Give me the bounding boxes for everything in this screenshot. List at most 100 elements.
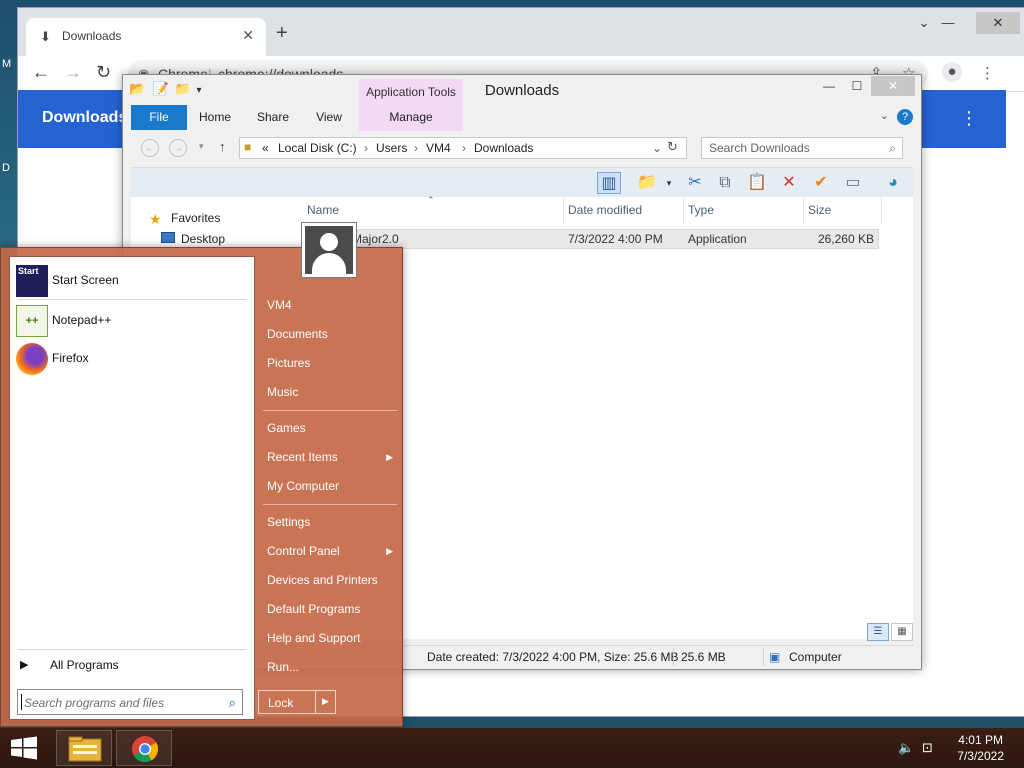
tab-view[interactable]: View [307, 105, 351, 130]
avatar[interactable] [301, 222, 357, 278]
desktop-icon [161, 232, 175, 243]
tab-home[interactable]: Home [193, 105, 237, 130]
breadcrumb-vm4[interactable]: VM4 [426, 141, 451, 155]
tab-share[interactable]: Share [251, 105, 295, 130]
breadcrumb-separator[interactable]: › [462, 141, 466, 155]
maximize-button[interactable]: ☐ [843, 76, 871, 96]
search-icon: ⌕ [228, 695, 236, 710]
help-icon[interactable]: ? [897, 109, 913, 125]
taskbar-chrome[interactable] [116, 730, 172, 766]
search-input[interactable]: Search programs and files ⌕ [17, 689, 243, 715]
table-row[interactable]: Major2.0 7/3/2022 4:00 PM Application 26… [305, 229, 879, 249]
preview-pane-icon[interactable]: ▥ [597, 172, 621, 194]
address-overflow[interactable]: « [262, 141, 269, 155]
computer-icon: ▣ [769, 650, 781, 664]
search-input[interactable]: Search Downloads ⌕ [701, 137, 903, 159]
dropdown-arrow-icon[interactable]: ▾ [657, 172, 681, 194]
address-dropdown-icon[interactable]: ⌄ [652, 141, 662, 155]
breadcrumb-users[interactable]: Users [376, 141, 407, 155]
up-arrow-icon[interactable]: ↑ [219, 139, 226, 154]
forward-button[interactable]: → [169, 139, 187, 157]
minimize-button[interactable]: — [815, 76, 843, 96]
column-divider[interactable] [563, 197, 564, 223]
start-menu-programs-pane: Start Start Screen ++ Notepad++ Firefox … [9, 256, 255, 720]
menu-item-games[interactable]: Games [259, 415, 399, 441]
menu-item-user-folder[interactable]: VM4 [259, 292, 399, 318]
breadcrumb-downloads[interactable]: Downloads [474, 141, 533, 155]
column-name[interactable]: Name [307, 203, 339, 217]
breadcrumb-separator[interactable]: › [364, 141, 368, 155]
menu-item-documents[interactable]: Documents [259, 321, 399, 347]
volume-muted-icon[interactable]: 🔈 [898, 740, 914, 756]
recent-locations-icon[interactable]: ▾ [199, 141, 204, 152]
globe-icon[interactable]: ◕ [881, 172, 905, 194]
ribbon-expand-icon[interactable]: ⌄ [880, 109, 889, 122]
pinned-label: Notepad++ [52, 313, 112, 327]
delete-icon[interactable]: ✕ [777, 172, 801, 194]
pinned-notepadpp[interactable]: ++ Notepad++ [14, 303, 252, 339]
start-button[interactable] [8, 736, 40, 760]
rename-icon[interactable]: ▭ [841, 172, 865, 194]
reload-button[interactable]: ↻ [96, 62, 111, 83]
lock-button[interactable]: Lock ▶ [258, 690, 336, 714]
back-button[interactable]: ← [32, 62, 50, 83]
close-button[interactable]: ✕ [976, 12, 1020, 34]
column-divider[interactable] [683, 197, 684, 223]
menu-item-pictures[interactable]: Pictures [259, 350, 399, 376]
menu-item-help-support[interactable]: Help and Support [259, 625, 399, 651]
text-caret [21, 694, 22, 710]
chevron-right-icon[interactable]: ▶ [322, 696, 329, 707]
network-icon[interactable]: ⊡ [922, 740, 933, 756]
menu-item-control-panel[interactable]: Control Panel ▶ [259, 538, 399, 564]
copy-icon[interactable]: ⧉ [713, 172, 737, 194]
nav-desktop[interactable]: Desktop [181, 232, 225, 246]
column-divider[interactable] [803, 197, 804, 223]
menu-item-recent-items[interactable]: Recent Items ▶ [259, 444, 399, 470]
nav-favorites[interactable]: Favorites [171, 211, 220, 225]
large-icons-view-icon[interactable]: ▦ [891, 623, 913, 641]
menu-divider [18, 649, 246, 650]
chrome-menu-icon[interactable]: ⋮ [980, 64, 995, 82]
menu-item-default-programs[interactable]: Default Programs [259, 596, 399, 622]
check-icon[interactable]: ✔ [809, 172, 833, 194]
column-date-modified[interactable]: Date modified [568, 203, 642, 217]
tab-manage[interactable]: Manage [375, 105, 447, 130]
menu-item-music[interactable]: Music [259, 379, 399, 405]
menu-item-run[interactable]: Run... [259, 654, 399, 680]
taskbar-clock[interactable]: 4:01 PM 7/3/2022 [957, 732, 1004, 764]
address-bar[interactable]: ■ « Local Disk (C:) › Users › VM4 › Down… [239, 137, 687, 159]
taskbar-file-explorer[interactable] [56, 730, 112, 766]
profile-avatar-icon[interactable]: ● [942, 62, 962, 82]
menu-item-devices-printers[interactable]: Devices and Printers [259, 567, 399, 593]
column-divider[interactable] [881, 197, 882, 223]
chevron-right-icon: ▶ [386, 452, 393, 462]
tab-file[interactable]: File [131, 105, 187, 130]
pinned-start-screen[interactable]: Start Start Screen [14, 263, 252, 299]
close-tab-icon[interactable]: ✕ [242, 27, 254, 44]
refresh-icon[interactable]: ↻ [667, 139, 678, 155]
contextual-tab-label: Application Tools [366, 85, 456, 99]
downloads-menu-icon[interactable]: ⋮ [960, 108, 978, 129]
minimize-button[interactable]: — [932, 12, 964, 34]
desktop-icon-label[interactable]: D [2, 162, 10, 174]
column-type[interactable]: Type [688, 203, 714, 217]
close-button[interactable]: ✕ [871, 76, 915, 96]
pinned-firefox[interactable]: Firefox [14, 341, 252, 377]
new-tab-button[interactable]: + [276, 22, 288, 45]
breadcrumb-separator[interactable]: › [414, 141, 418, 155]
back-button[interactable]: ← [141, 139, 159, 157]
column-size[interactable]: Size [808, 203, 831, 217]
menu-divider [263, 410, 397, 411]
details-view-icon[interactable]: ☰ [867, 623, 889, 641]
cut-icon[interactable]: ✂ [683, 172, 707, 194]
breadcrumb-local-disk[interactable]: Local Disk (C:) [278, 141, 357, 155]
desktop-icon-label[interactable]: M [2, 58, 11, 70]
tab-downloads[interactable]: ⬇ Downloads ✕ [26, 18, 266, 56]
paste-icon[interactable]: 📋 [745, 172, 769, 194]
notepadpp-icon: ++ [16, 305, 48, 337]
menu-item-my-computer[interactable]: My Computer [259, 473, 399, 499]
forward-button[interactable]: → [64, 62, 82, 83]
all-programs-button[interactable]: ▶ All Programs [20, 655, 250, 677]
select-folder-icon[interactable]: 📁 [635, 172, 659, 194]
menu-item-settings[interactable]: Settings [259, 509, 399, 535]
